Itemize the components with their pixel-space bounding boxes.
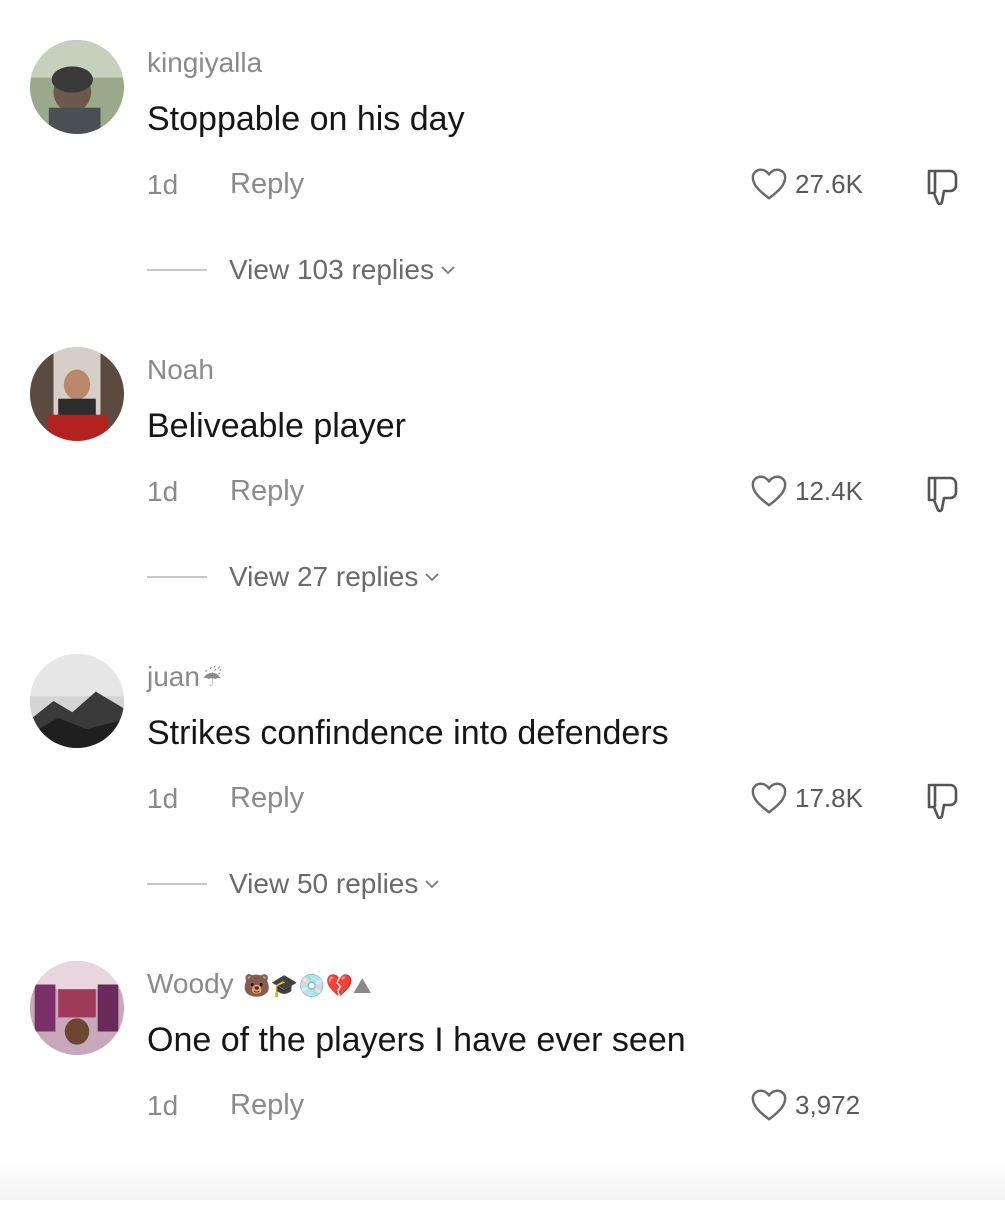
comment-item: kingiyalla Stoppable on his day 1d Reply… bbox=[0, 0, 1005, 300]
username-text: Woody bbox=[147, 968, 234, 999]
reply-button[interactable]: Reply bbox=[230, 1089, 304, 1122]
comment-text: Strikes confindence into defenders bbox=[147, 714, 669, 752]
heart-icon bbox=[751, 168, 787, 200]
chevron-down-icon bbox=[425, 880, 440, 889]
comment-item: juan☔ Strikes confindence into defenders… bbox=[0, 614, 1005, 914]
username[interactable]: juan☔ bbox=[147, 661, 222, 693]
divider-line bbox=[147, 883, 207, 885]
like-count: 3,972 bbox=[795, 1089, 861, 1120]
heart-icon bbox=[751, 782, 787, 814]
username-text: juan bbox=[147, 661, 200, 692]
avatar-image bbox=[30, 40, 124, 134]
avatar[interactable] bbox=[30, 347, 124, 441]
reply-button[interactable]: Reply bbox=[230, 168, 304, 201]
username-emoji: 🐻🎓💿💔⛰ bbox=[243, 973, 372, 998]
chevron-down-icon bbox=[441, 266, 455, 275]
username-emoji: ☔ bbox=[201, 666, 222, 691]
comment-time: 1d bbox=[147, 1090, 179, 1121]
like-count: 17.8K bbox=[795, 782, 863, 813]
comment-text: Stoppable on his day bbox=[147, 100, 465, 138]
username[interactable]: Noah bbox=[147, 354, 214, 386]
divider-line bbox=[147, 269, 207, 271]
avatar[interactable] bbox=[30, 40, 124, 134]
avatar-image bbox=[30, 961, 124, 1055]
like-button[interactable]: 12.4K bbox=[750, 471, 863, 511]
view-replies-label: View 50 replies bbox=[229, 868, 419, 899]
like-count: 12.4K bbox=[795, 475, 863, 506]
view-replies-button[interactable]: View 50 replies bbox=[147, 864, 440, 904]
view-replies-label: View 27 replies bbox=[229, 561, 419, 592]
avatar-image bbox=[30, 654, 124, 748]
dislike-icon[interactable] bbox=[920, 165, 964, 209]
heart-icon bbox=[751, 1089, 787, 1121]
comment-text: Beliveable player bbox=[147, 407, 406, 445]
view-replies-button[interactable]: View 27 replies bbox=[147, 557, 440, 597]
divider-line bbox=[147, 576, 207, 578]
bottom-edge bbox=[0, 1160, 1005, 1200]
view-replies-button[interactable]: View 103 replies bbox=[147, 250, 456, 290]
comment-time: 1d bbox=[147, 476, 179, 507]
view-replies-label: View 103 replies bbox=[229, 254, 434, 285]
username-text: kingiyalla bbox=[147, 47, 263, 78]
comment-time: 1d bbox=[147, 783, 179, 814]
chevron-down-icon bbox=[425, 573, 440, 582]
comment-text: One of the players I have ever seen bbox=[147, 1021, 686, 1059]
comment-item: Noah Beliveable player 1d Reply 12.4K Vi… bbox=[0, 307, 1005, 607]
like-button[interactable]: 3,972 bbox=[750, 1085, 860, 1125]
username[interactable]: kingiyalla bbox=[147, 47, 262, 79]
avatar-image bbox=[30, 347, 124, 441]
heart-icon bbox=[751, 475, 787, 507]
avatar[interactable] bbox=[30, 654, 124, 748]
avatar[interactable] bbox=[30, 961, 124, 1055]
dislike-icon[interactable] bbox=[920, 779, 964, 823]
comment-time: 1d bbox=[147, 169, 179, 200]
dislike-icon[interactable] bbox=[920, 472, 964, 516]
username-text: Noah bbox=[147, 354, 214, 385]
reply-button[interactable]: Reply bbox=[230, 782, 304, 815]
like-button[interactable]: 17.8K bbox=[750, 778, 863, 818]
username[interactable]: Woody 🐻🎓💿💔⛰ bbox=[147, 968, 371, 1000]
reply-button[interactable]: Reply bbox=[230, 475, 304, 508]
like-button[interactable]: 27.6K bbox=[750, 164, 863, 204]
like-count: 27.6K bbox=[795, 168, 863, 199]
